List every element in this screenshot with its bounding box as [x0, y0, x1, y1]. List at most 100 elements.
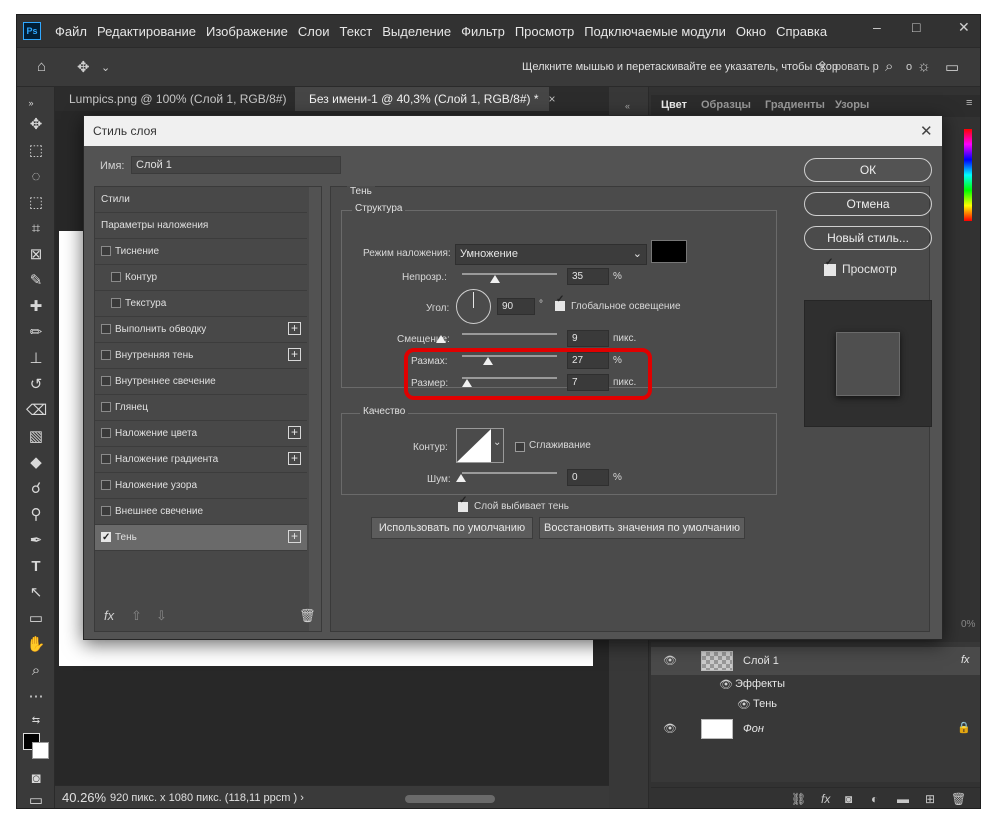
menu-filter[interactable]: Фильтр: [461, 24, 505, 39]
upload-icon[interactable]: ⇪: [816, 58, 829, 76]
gradient-tool-icon[interactable]: ▧: [26, 427, 46, 447]
tab-untitled[interactable]: Без имени-1 @ 40,3% (Слой 1, RGB/8#) * ×: [295, 87, 556, 111]
maximize-icon[interactable]: □: [912, 19, 920, 35]
quick-select-tool-icon[interactable]: ⬚: [26, 193, 46, 213]
panel-menu-icon[interactable]: ≡: [966, 97, 972, 109]
dialog-titlebar[interactable]: Стиль слоя ✕: [84, 116, 942, 146]
opacity-slider-thumb[interactable]: [490, 275, 501, 283]
tab-color[interactable]: Цвет: [661, 99, 687, 111]
quick-mask-icon[interactable]: ◙: [26, 769, 46, 789]
crop-tool-icon[interactable]: ⌗: [26, 219, 46, 239]
marquee-tool-icon[interactable]: ⬚: [26, 141, 46, 161]
mask-icon[interactable]: ◙: [845, 792, 852, 806]
tab-gradients[interactable]: Градиенты: [765, 99, 825, 111]
menu-window[interactable]: Окно: [736, 24, 766, 39]
minimize-icon[interactable]: –: [873, 19, 881, 35]
stamp-tool-icon[interactable]: ⊥: [26, 349, 46, 369]
style-checkbox[interactable]: [101, 402, 111, 412]
distance-input[interactable]: 9: [567, 330, 609, 347]
blur-tool-icon[interactable]: ◆: [26, 453, 46, 473]
style-item[interactable]: Внутренняя тень +: [95, 343, 307, 369]
background-color[interactable]: [32, 742, 49, 759]
style-item[interactable]: Наложение цвета +: [95, 421, 307, 447]
style-checkbox[interactable]: [101, 246, 111, 256]
tab-patterns[interactable]: Узоры: [835, 99, 869, 111]
zoom-level[interactable]: 40.26%: [62, 790, 106, 805]
fx-icon[interactable]: fx: [104, 608, 114, 623]
eye-icon[interactable]: 👁: [663, 722, 677, 735]
style-item[interactable]: Контур: [95, 265, 307, 291]
pen-tool-icon[interactable]: ✒: [26, 531, 46, 551]
distance-slider-thumb[interactable]: [436, 335, 446, 343]
lock-icon[interactable]: 🔒: [957, 721, 971, 734]
tab-swatches[interactable]: Образцы: [701, 99, 751, 111]
style-checkbox[interactable]: [101, 480, 111, 490]
collapse-icon[interactable]: »: [21, 93, 41, 113]
style-item[interactable]: Стили: [95, 187, 307, 213]
chevron-down-icon[interactable]: ⌄: [101, 61, 110, 74]
style-checkbox[interactable]: [101, 376, 111, 386]
reset-default-button[interactable]: Восстановить значения по умолчанию: [539, 517, 745, 539]
home-icon[interactable]: ⌂: [37, 58, 46, 75]
style-item[interactable]: Внутреннее свечение: [95, 369, 307, 395]
menu-layers[interactable]: Слои: [298, 24, 330, 39]
zoom-tool-icon[interactable]: ⌕: [26, 661, 46, 681]
style-item[interactable]: Выполнить обводку +: [95, 317, 307, 343]
add-effect-icon[interactable]: +: [288, 426, 301, 439]
style-checkbox[interactable]: [111, 298, 121, 308]
style-checkbox[interactable]: [101, 525, 111, 550]
angle-dial[interactable]: [456, 289, 491, 324]
adjustment-icon[interactable]: ◐: [871, 792, 878, 806]
eraser-tool-icon[interactable]: ⌫: [26, 401, 47, 421]
style-item[interactable]: Параметры наложения: [95, 213, 307, 239]
menu-help[interactable]: Справка: [776, 24, 827, 39]
style-checkbox[interactable]: [101, 324, 111, 334]
move-tool-icon[interactable]: ✥: [26, 115, 46, 135]
styles-scrollbar[interactable]: [309, 187, 321, 631]
ok-button[interactable]: ОК: [804, 158, 932, 182]
style-checkbox[interactable]: [101, 506, 111, 516]
horizontal-scrollbar[interactable]: [405, 795, 495, 803]
layer-row-layer1[interactable]: 👁 Слой 1 fx: [651, 647, 980, 675]
layer-row-background[interactable]: 👁 Фон 🔒: [651, 715, 980, 743]
layer-effects-row[interactable]: 👁 Эффекты: [651, 675, 980, 695]
style-checkbox[interactable]: [101, 350, 111, 360]
eyedropper-tool-icon[interactable]: ✎: [26, 271, 46, 291]
lightbulb-icon[interactable]: ☼: [917, 58, 931, 75]
lasso-tool-icon[interactable]: ◌: [26, 167, 46, 187]
noise-slider[interactable]: [462, 472, 557, 474]
eye-icon[interactable]: 👁: [737, 698, 751, 711]
global-light-checkbox[interactable]: [555, 294, 565, 311]
move-tool-icon[interactable]: ✥: [77, 58, 90, 76]
style-item[interactable]: Тень +: [95, 525, 307, 551]
angle-input[interactable]: 90: [497, 298, 535, 315]
menu-plugins[interactable]: Подключаемые модули: [584, 24, 726, 39]
shape-tool-icon[interactable]: ▭: [26, 609, 46, 629]
search-icon[interactable]: ⌕: [885, 58, 893, 75]
style-item[interactable]: Наложение градиента +: [95, 447, 307, 473]
swap-colors-icon[interactable]: ⇆: [26, 711, 46, 731]
layer-effect-shadow-row[interactable]: 👁 Тень: [651, 695, 980, 715]
new-layer-icon[interactable]: ⊞: [925, 792, 935, 806]
opacity-input[interactable]: 35: [567, 268, 609, 285]
name-field[interactable]: Слой 1: [131, 156, 341, 174]
close-icon[interactable]: ✕: [920, 122, 933, 140]
contour-picker[interactable]: ⌄: [456, 428, 504, 463]
frame-tool-icon[interactable]: ⊠: [26, 245, 46, 265]
close-icon[interactable]: ×: [549, 92, 556, 106]
antialias-checkbox[interactable]: [515, 442, 525, 452]
screen-mode-icon[interactable]: ▭: [26, 791, 46, 808]
dodge-tool-icon[interactable]: ⚲: [26, 505, 46, 525]
workspace-icon[interactable]: ▭: [945, 58, 959, 76]
cancel-button[interactable]: Отмена: [804, 192, 932, 216]
trash-icon[interactable]: 🗑: [299, 608, 316, 624]
preview-checkbox[interactable]: [824, 257, 836, 276]
opacity-slider[interactable]: [462, 273, 557, 275]
noise-input[interactable]: 0: [567, 469, 609, 486]
trash-icon[interactable]: 🗑: [951, 792, 966, 806]
style-item[interactable]: Наложение узора: [95, 473, 307, 499]
add-effect-icon[interactable]: +: [288, 452, 301, 465]
close-window-icon[interactable]: ✕: [958, 19, 970, 36]
type-tool-icon[interactable]: T: [26, 557, 46, 577]
style-item[interactable]: Глянец: [95, 395, 307, 421]
